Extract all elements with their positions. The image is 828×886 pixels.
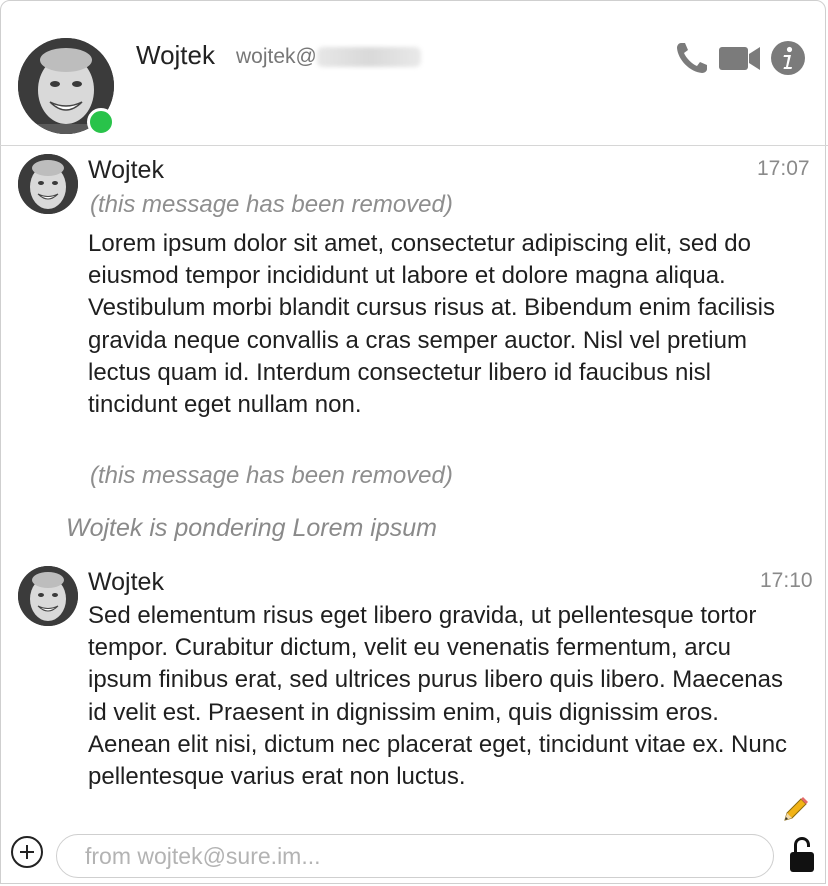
- message-sender: Wojtek: [88, 568, 164, 596]
- contact-name: Wojtek: [136, 40, 215, 70]
- contact-email: wojtek@: [236, 45, 421, 69]
- pencil-icon[interactable]: [780, 795, 810, 825]
- typing-status: Wojtek is pondering Lorem ipsum: [66, 514, 437, 543]
- message-text: Sed elementum risus eget libero gravida,…: [88, 602, 788, 791]
- removed-message-note: (this message has been removed): [90, 462, 453, 489]
- typing-status-user: Wojtek: [66, 514, 143, 542]
- message-timestamp: 17:10: [760, 569, 813, 592]
- email-domain-redacted: [316, 47, 421, 68]
- lock-open-icon[interactable]: [788, 836, 816, 874]
- info-icon[interactable]: [768, 38, 808, 78]
- removed-message-note: (this message has been removed): [90, 191, 453, 218]
- message-sender: Wojtek: [88, 156, 164, 184]
- phone-icon[interactable]: [672, 38, 712, 78]
- video-camera-icon[interactable]: [716, 38, 762, 78]
- add-attachment-button[interactable]: [11, 836, 43, 868]
- conversation-header: Wojtek wojtek@: [0, 0, 828, 146]
- typing-status-text: is pondering Lorem ipsum: [142, 514, 437, 542]
- online-status-indicator: [87, 108, 115, 136]
- message-timestamp: 17:07: [757, 157, 810, 180]
- message-input[interactable]: [56, 834, 774, 878]
- message-avatar[interactable]: [18, 566, 78, 626]
- contact-email-prefix: wojtek@: [236, 45, 317, 68]
- message-text: Lorem ipsum dolor sit amet, consectetur …: [88, 230, 775, 419]
- message-avatar[interactable]: [18, 154, 78, 214]
